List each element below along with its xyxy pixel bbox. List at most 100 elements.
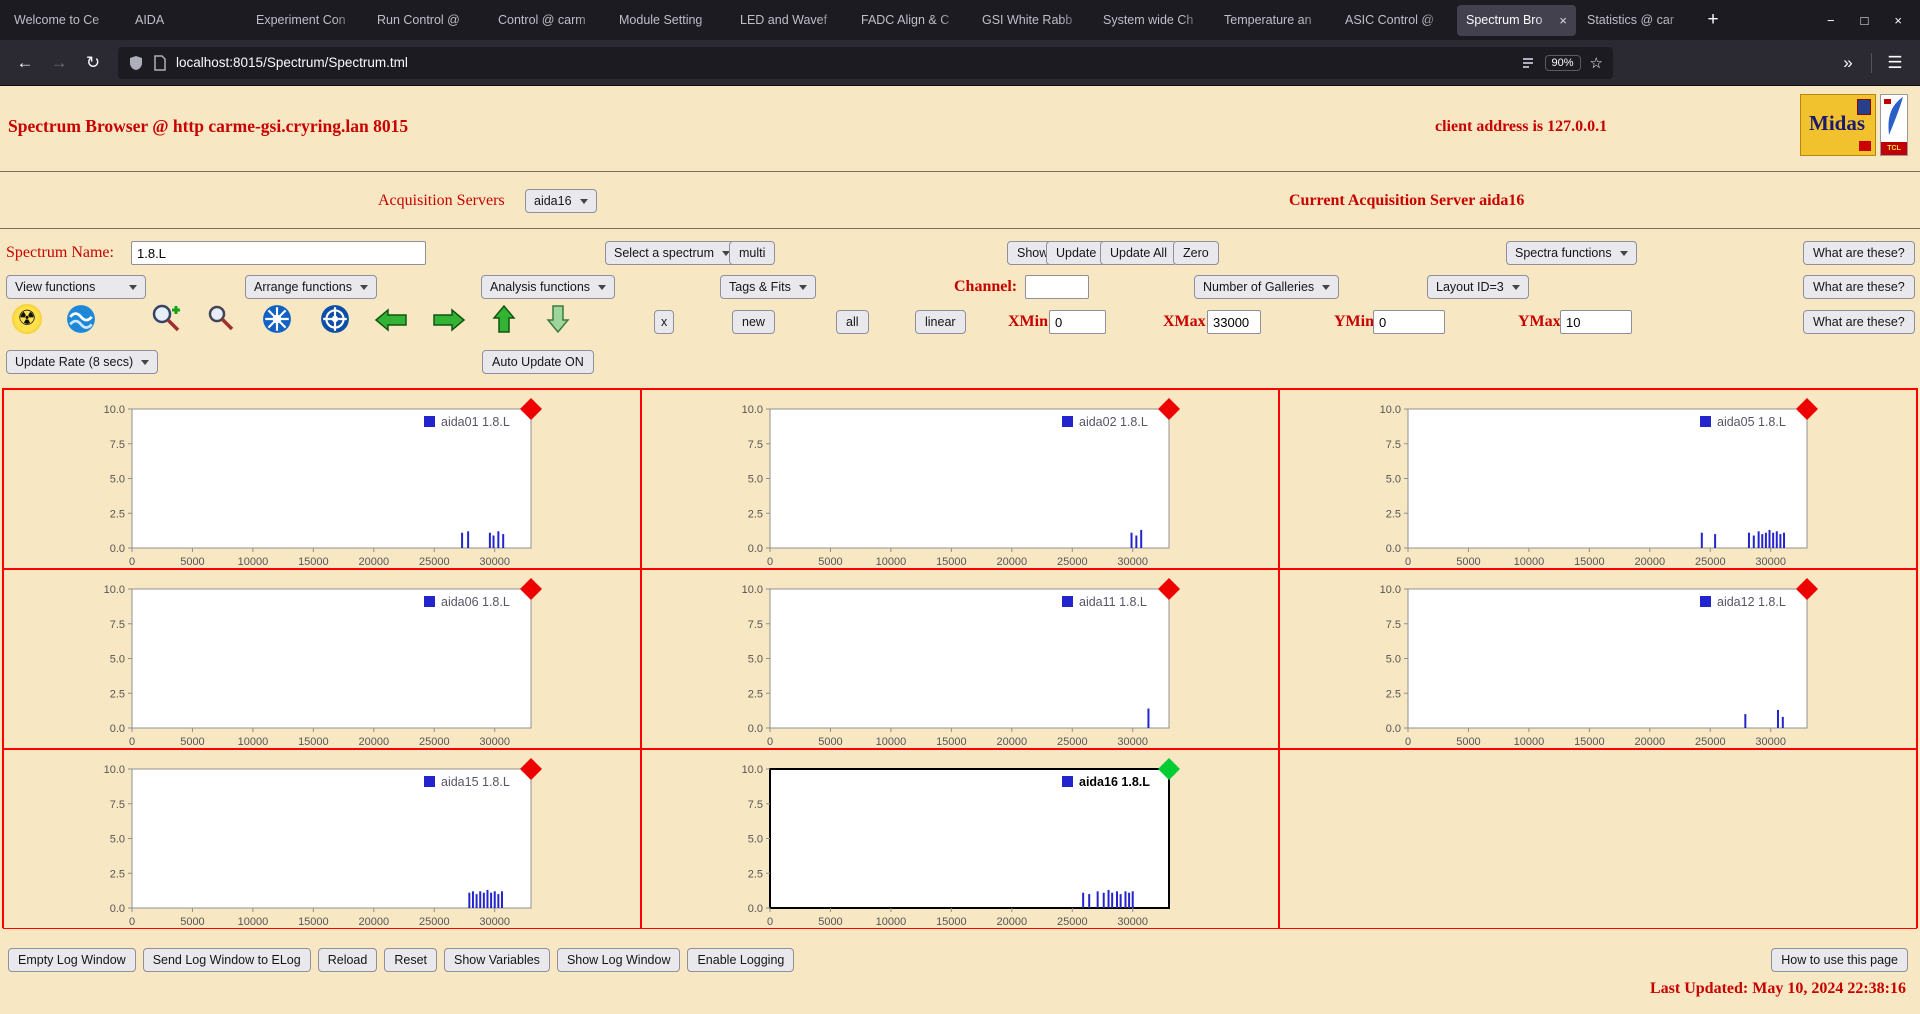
layout-id-dropdown[interactable]: Layout ID=3 [1427,275,1529,299]
empty-log-window-button[interactable]: Empty Log Window [8,948,136,972]
select-a-spectrum-dropdown[interactable]: Select a spectrum [605,241,740,265]
url-bar[interactable]: localhost:8015/Spectrum/Spectrum.tml 90%… [118,46,1613,79]
spectrum-cell-aida01[interactable]: 0 5000 10000 15000 20000 25000 30000 0.0 2.5 5.0 7… [3,389,641,569]
update-button[interactable]: Update [1046,241,1107,265]
multi-button[interactable]: multi [729,241,776,265]
tab-statistics-car[interactable]: Statistics @ car [1578,5,1697,36]
zero-button[interactable]: Zero [1173,241,1219,265]
current-server-text: Current Acquisition Server aida16 [1289,192,1525,209]
new-tab-button[interactable]: + [1698,5,1728,35]
close-window-button[interactable]: × [1894,13,1902,28]
forward-button[interactable]: → [44,48,74,78]
svg-text:15000: 15000 [1574,556,1605,568]
xmin-input[interactable] [1049,310,1106,334]
tags-and-fits-dropdown[interactable]: Tags & Fits [720,275,816,299]
chevron-down-icon [359,284,368,290]
blue-wheel-icon-2[interactable] [320,304,350,334]
spectrum-cell-aida05[interactable]: 0 5000 10000 15000 20000 25000 30000 0.0 2.5 5.0 7… [1279,389,1917,569]
midas-logo[interactable]: Midas [1800,94,1876,156]
back-button[interactable]: ← [10,48,40,78]
all-button[interactable]: all [836,310,869,334]
blue-wheel-icon-1[interactable] [262,304,292,334]
shield-icon[interactable] [128,55,144,71]
analysis-functions-dropdown[interactable]: Analysis functions [481,275,616,299]
tab-run-control[interactable]: Run Control @ [368,5,487,36]
tab-label: LED and Wavef [740,13,828,27]
spectrum-cell-aida12[interactable]: 0 5000 10000 15000 20000 25000 30000 0.0 2.5 5.0 7… [1279,569,1917,749]
pan-right-arrow-icon[interactable] [432,308,466,332]
radioactive-icon[interactable]: ☢ [12,304,42,334]
spectrum-cell-aida11[interactable]: 0 5000 10000 15000 20000 25000 30000 0.0 2.5 5.0 7… [641,569,1279,749]
overflow-chevron-icon[interactable]: » [1833,48,1863,78]
svg-text:5000: 5000 [180,736,204,748]
x-button[interactable]: x [654,310,675,334]
what-are-these-button-3[interactable]: What are these? [1803,310,1915,334]
tab-spectrum-bro[interactable]: Spectrum Bro × [1457,4,1576,36]
tab-system-wide-ch[interactable]: System wide Ch [1094,5,1213,36]
spectrum-cell-aida16[interactable]: 0 5000 10000 15000 20000 25000 30000 0.0 2.5 5.0 7… [641,749,1279,929]
minimize-button[interactable]: − [1827,13,1835,28]
show-log-window-button[interactable]: Show Log Window [556,948,681,972]
reader-mode-icon[interactable] [1520,55,1536,71]
tab-gsi-white-rabb[interactable]: GSI White Rabb [973,5,1092,36]
update-all-button[interactable]: Update All [1100,241,1177,265]
tab-close-icon[interactable]: × [1559,13,1567,28]
ymax-input[interactable] [1560,310,1632,334]
tcl-logo[interactable]: TCL [1880,94,1908,156]
update-rate-dropdown[interactable]: Update Rate (8 secs) [6,350,159,374]
spectrum-cell-aida15[interactable]: 0 5000 10000 15000 20000 25000 30000 0.0 2.5 5.0 7… [3,749,641,929]
arrange-functions-dropdown[interactable]: Arrange functions [245,275,377,299]
reset-button[interactable]: Reset [384,948,437,972]
what-are-these-button-1[interactable]: What are these? [1803,241,1915,265]
bookmark-star-icon[interactable]: ☆ [1590,54,1603,72]
ymin-input[interactable] [1373,310,1445,334]
linear-button[interactable]: linear [915,310,966,334]
svg-text:7.5: 7.5 [1386,439,1401,451]
svg-text:10000: 10000 [1514,556,1545,568]
zoom-indicator[interactable]: 90% [1544,54,1581,71]
spectra-functions-dropdown[interactable]: Spectra functions [1506,241,1637,265]
browser-reload-button[interactable]: ↻ [78,48,108,78]
divider-1 [0,171,1920,172]
midas-crest-icon [1857,99,1871,115]
tab-asic-control[interactable]: ASIC Control @ [1336,5,1455,36]
svg-text:5.0: 5.0 [1386,474,1401,486]
how-to-use-button[interactable]: How to use this page [1771,948,1908,972]
number-of-galleries-dropdown[interactable]: Number of Galleries [1194,275,1340,299]
pan-left-arrow-icon[interactable] [374,308,408,332]
spectrum-chart-aida12: 0 5000 10000 15000 20000 25000 30000 0.0 2.5 5.0 7… [1380,578,1818,748]
tab-experiment-con[interactable]: Experiment Con [247,5,366,36]
channel-input[interactable] [1025,275,1089,299]
tab-fadc-align-c[interactable]: FADC Align & C [852,5,971,36]
zoom-out-icon[interactable] [207,304,235,332]
acquisition-server-select[interactable]: aida16 [525,189,597,213]
what-are-these-button-2[interactable]: What are these? [1803,275,1915,299]
spectrum-grid: 0 5000 10000 15000 20000 25000 30000 0.0 2.5 5.0 7… [2,388,1918,929]
reload-button[interactable]: Reload [317,948,378,972]
view-functions-dropdown[interactable]: View functions [6,275,146,299]
water-sphere-icon[interactable] [66,304,96,334]
tab-aida[interactable]: AIDA [126,5,245,36]
spectrum-cell-aida02[interactable]: 0 5000 10000 15000 20000 25000 30000 0.0 2.5 5.0 7… [641,389,1279,569]
pan-down-arrow-icon[interactable] [546,304,570,334]
tab-control-carm[interactable]: Control @ carm [489,5,608,36]
svg-text:20000: 20000 [997,916,1028,928]
new-button[interactable]: new [732,310,775,334]
page-info-icon[interactable] [153,54,167,71]
tab-led-and-wavef[interactable]: LED and Wavef [731,5,850,36]
tab-welcome-to-ce[interactable]: Welcome to Ce [5,5,124,36]
zoom-in-icon[interactable] [150,302,182,334]
xmax-input[interactable] [1207,310,1261,334]
show-variables-button[interactable]: Show Variables [444,948,550,972]
enable-logging-button[interactable]: Enable Logging [687,948,795,972]
spectrum-chart-aida15: 0 5000 10000 15000 20000 25000 30000 0.0 2.5 5.0 7… [104,758,542,928]
maximize-button[interactable]: □ [1861,13,1869,28]
spectrum-cell-aida06[interactable]: 0 5000 10000 15000 20000 25000 30000 0.0 2.5 5.0 7… [3,569,641,749]
tab-temperature-an[interactable]: Temperature an [1215,5,1334,36]
auto-update-button[interactable]: Auto Update ON [482,350,594,374]
pan-up-arrow-icon[interactable] [492,304,516,334]
tab-module-setting[interactable]: Module Setting [610,5,729,36]
spectrum-name-input[interactable] [131,241,426,265]
menu-hamburger-icon[interactable]: ☰ [1880,48,1910,78]
send-log-window-to-elog-button[interactable]: Send Log Window to ELog [142,948,311,972]
